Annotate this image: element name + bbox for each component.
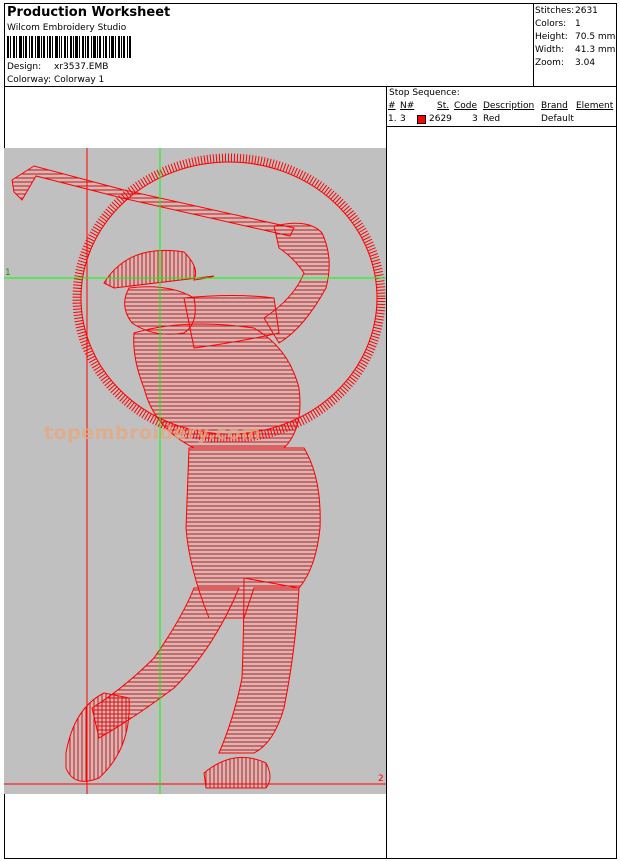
design-label: Design: (7, 62, 42, 72)
end-marker: 2 (378, 774, 384, 784)
design-value: xr3537.EMB (54, 62, 109, 72)
col-code: Code (454, 101, 478, 111)
colorway-value: Colorway 1 (54, 75, 105, 85)
row-code: 3 (472, 114, 478, 124)
col-needle: N# (400, 101, 415, 111)
watermark: topembroidery.com (44, 422, 262, 444)
stat-zoom: Zoom: 3.04 (535, 58, 596, 68)
stats-divider (533, 3, 534, 86)
color-swatch (417, 115, 426, 124)
colorway-label: Colorway: (7, 75, 52, 85)
col-description: Description (483, 101, 535, 111)
col-brand: Brand (541, 101, 568, 111)
design-preview: 1 2 (4, 148, 386, 794)
canvas-divider (386, 86, 387, 859)
stat-width: Width: 41.3 mm (535, 45, 616, 55)
start-marker: 1 (5, 268, 11, 278)
stat-height: Height: 70.5 mm (535, 32, 616, 42)
stat-colors: Colors: 1 (535, 19, 581, 29)
software-name: Wilcom Embroidery Studio (7, 23, 127, 33)
stop-divider (386, 126, 617, 127)
row-description: Red (483, 114, 501, 124)
col-stitches: St. (437, 101, 450, 111)
stat-stitches: Stitches: 2631 (535, 6, 598, 16)
page-title: Production Worksheet (7, 5, 171, 20)
row-needle: 3 (400, 114, 406, 124)
row-stitches: 2629 (429, 114, 452, 124)
stop-sequence-title: Stop Sequence: (389, 88, 460, 98)
col-element: Element (576, 101, 614, 111)
golfer-cap (103, 249, 215, 289)
header-divider (4, 86, 617, 87)
design-stats: Stitches: 2631 Colors: 1 Height: 70.5 mm Wi… (535, 5, 615, 70)
row-element: Default (541, 114, 574, 124)
barcode (7, 36, 131, 58)
col-number: # (388, 101, 396, 111)
golfer-embroidery (4, 148, 386, 794)
row-number: 1. (388, 114, 397, 124)
